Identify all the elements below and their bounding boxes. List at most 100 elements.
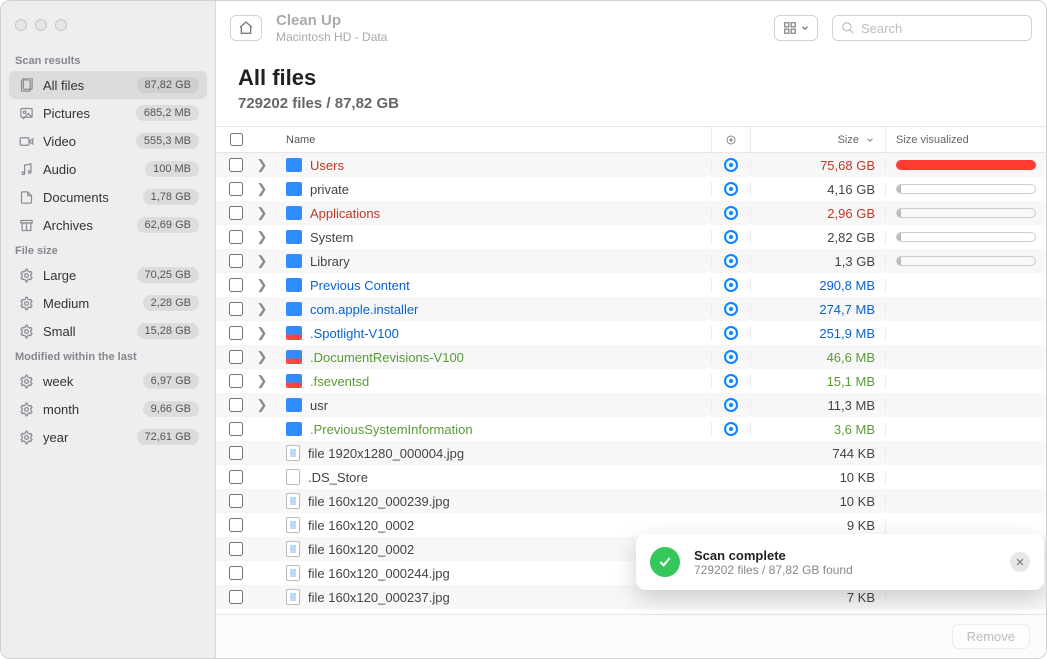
expand-caret-icon[interactable]: ❯ bbox=[256, 229, 268, 245]
row-checkbox[interactable] bbox=[229, 398, 243, 412]
row-checkbox[interactable] bbox=[229, 182, 243, 196]
table-row[interactable]: ❯ .Spotlight-V100 251,9 MB bbox=[216, 321, 1046, 345]
table-row[interactable]: ❯private4,16 GB bbox=[216, 177, 1046, 201]
expand-caret-icon[interactable]: ❯ bbox=[256, 373, 268, 389]
home-icon bbox=[238, 20, 254, 36]
expand-caret-icon[interactable]: ❯ bbox=[256, 181, 268, 197]
sidebar-item-label: week bbox=[43, 374, 143, 389]
toast-close-button[interactable] bbox=[1010, 552, 1030, 572]
app-title: Clean Up bbox=[276, 12, 760, 30]
row-checkbox[interactable] bbox=[229, 230, 243, 244]
gear-icon bbox=[17, 296, 35, 311]
max-dot[interactable] bbox=[55, 19, 67, 31]
size-bar bbox=[896, 208, 1036, 218]
table-row[interactable]: .PreviousSystemInformation3,6 MB bbox=[216, 417, 1046, 441]
col-size[interactable]: Size bbox=[751, 127, 886, 152]
expand-caret-icon[interactable]: ❯ bbox=[256, 277, 268, 293]
sidebar-item-pictures[interactable]: Pictures685,2 MB bbox=[9, 99, 207, 127]
sidebar: Scan resultsAll files87,82 GBPictures685… bbox=[1, 1, 216, 658]
sidebar-item-medium[interactable]: Medium2,28 GB bbox=[9, 289, 207, 317]
expand-caret-icon[interactable]: ❯ bbox=[256, 397, 268, 413]
row-name: file 160x120_000237.jpg bbox=[308, 590, 450, 605]
sidebar-item-documents[interactable]: Documents1,78 GB bbox=[9, 183, 207, 211]
expand-caret-icon[interactable]: ❯ bbox=[256, 301, 268, 317]
table-row[interactable]: ❯com.apple.installer274,7 MB bbox=[216, 297, 1046, 321]
folder-icon bbox=[286, 326, 302, 340]
view-mode-dropdown[interactable] bbox=[774, 15, 818, 41]
row-name: file 160x120_0002 bbox=[308, 518, 414, 533]
sidebar-item-audio[interactable]: Audio100 MB bbox=[9, 155, 207, 183]
expand-caret-icon[interactable]: ❯ bbox=[256, 205, 268, 221]
row-checkbox[interactable] bbox=[229, 254, 243, 268]
remove-button[interactable]: Remove bbox=[952, 624, 1030, 649]
folder-icon bbox=[286, 398, 302, 412]
row-checkbox[interactable] bbox=[229, 158, 243, 172]
image-file-icon bbox=[286, 493, 300, 509]
table-row[interactable]: ❯Previous Content290,8 MB bbox=[216, 273, 1046, 297]
expand-caret-icon[interactable]: ❯ bbox=[256, 325, 268, 341]
home-button[interactable] bbox=[230, 15, 262, 41]
row-name: .Spotlight-V100 bbox=[310, 326, 399, 341]
expand-caret-icon[interactable]: ❯ bbox=[256, 253, 268, 269]
row-checkbox[interactable] bbox=[229, 590, 243, 604]
select-all-checkbox[interactable] bbox=[230, 133, 243, 146]
row-size: 46,6 MB bbox=[827, 350, 875, 365]
sidebar-item-week[interactable]: week6,97 GB bbox=[9, 367, 207, 395]
row-size: 9 KB bbox=[847, 518, 875, 533]
sidebar-item-label: Archives bbox=[43, 218, 137, 233]
row-size: 2,82 GB bbox=[827, 230, 875, 245]
table-row[interactable]: ❯.fseventsd15,1 MB bbox=[216, 369, 1046, 393]
table-row[interactable]: ❯Library1,3 GB bbox=[216, 249, 1046, 273]
min-dot[interactable] bbox=[35, 19, 47, 31]
sidebar-item-all-files[interactable]: All files87,82 GB bbox=[9, 71, 207, 99]
expand-caret-icon[interactable]: ❯ bbox=[256, 349, 268, 365]
sidebar-item-archives[interactable]: Archives62,69 GB bbox=[9, 211, 207, 239]
sidebar-item-video[interactable]: Video555,3 MB bbox=[9, 127, 207, 155]
row-checkbox[interactable] bbox=[229, 446, 243, 460]
folder-icon bbox=[286, 422, 302, 436]
sidebar-item-small[interactable]: Small15,28 GB bbox=[9, 317, 207, 345]
gear-icon bbox=[17, 402, 35, 417]
size-bar bbox=[896, 184, 1036, 194]
table-row[interactable]: file 1920x1280_000004.jpg744 KB bbox=[216, 441, 1046, 465]
table-row[interactable]: .DS_Store10 KB bbox=[216, 465, 1046, 489]
row-checkbox[interactable] bbox=[229, 350, 243, 364]
row-checkbox[interactable] bbox=[229, 206, 243, 220]
toast-title: Scan complete bbox=[694, 548, 996, 563]
close-dot[interactable] bbox=[15, 19, 27, 31]
search-input[interactable] bbox=[861, 21, 1037, 36]
row-size: 251,9 MB bbox=[819, 326, 875, 341]
expand-caret-icon[interactable]: ❯ bbox=[256, 157, 268, 173]
sidebar-item-label: Small bbox=[43, 324, 137, 339]
row-checkbox[interactable] bbox=[229, 326, 243, 340]
table-row[interactable]: ❯Users75,68 GB bbox=[216, 153, 1046, 177]
window-controls bbox=[1, 9, 215, 49]
table-row[interactable]: ❯usr11,3 MB bbox=[216, 393, 1046, 417]
sidebar-item-badge: 9,66 GB bbox=[143, 401, 199, 417]
col-state[interactable] bbox=[711, 127, 751, 152]
row-checkbox[interactable] bbox=[229, 470, 243, 484]
col-viz[interactable]: Size visualized bbox=[886, 127, 1046, 152]
row-checkbox[interactable] bbox=[229, 374, 243, 388]
col-name[interactable]: Name bbox=[284, 127, 711, 152]
row-checkbox[interactable] bbox=[229, 494, 243, 508]
sidebar-item-year[interactable]: year72,61 GB bbox=[9, 423, 207, 451]
table-row[interactable]: ❯.DocumentRevisions-V10046,6 MB bbox=[216, 345, 1046, 369]
search-icon bbox=[841, 21, 855, 35]
row-checkbox[interactable] bbox=[229, 566, 243, 580]
table-row[interactable]: ❯System2,82 GB bbox=[216, 225, 1046, 249]
row-checkbox[interactable] bbox=[229, 542, 243, 556]
row-checkbox[interactable] bbox=[229, 302, 243, 316]
row-checkbox[interactable] bbox=[229, 422, 243, 436]
row-checkbox[interactable] bbox=[229, 518, 243, 532]
row-name: com.apple.installer bbox=[310, 302, 418, 317]
table-row[interactable]: file 160x120_000239.jpg10 KB bbox=[216, 489, 1046, 513]
search-box[interactable] bbox=[832, 15, 1032, 41]
sidebar-item-month[interactable]: month9,66 GB bbox=[9, 395, 207, 423]
folder-icon bbox=[286, 254, 302, 268]
state-indicator-icon bbox=[724, 278, 738, 292]
row-checkbox[interactable] bbox=[229, 278, 243, 292]
state-indicator-icon bbox=[724, 302, 738, 316]
sidebar-item-large[interactable]: Large70,25 GB bbox=[9, 261, 207, 289]
table-row[interactable]: ❯Applications2,96 GB bbox=[216, 201, 1046, 225]
